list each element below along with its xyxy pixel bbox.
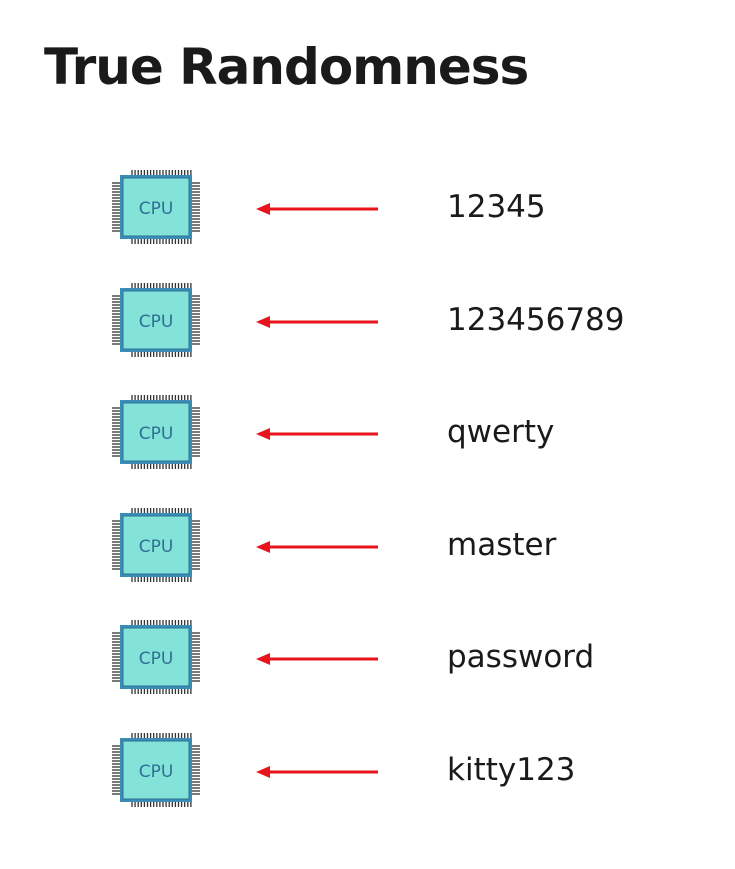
cpu-chip-icon: CPU (112, 170, 200, 244)
list-item: CPU qwerty (0, 392, 735, 472)
cpu-chip-icon: CPU (112, 732, 200, 807)
left-arrow-icon (256, 203, 378, 215)
left-arrow-icon (256, 540, 378, 553)
chip-label: CPU (139, 424, 174, 444)
cpu-chip-icon: CPU (112, 507, 200, 582)
chip-label: CPU (139, 537, 174, 557)
left-arrow-icon (256, 765, 378, 778)
cpu-chip-icon: CPU (112, 620, 200, 694)
password-label: 12345 (447, 189, 546, 225)
list-item: CPU password (0, 617, 735, 697)
password-label: qwerty (447, 414, 555, 450)
left-arrow-icon (256, 315, 378, 328)
cpu-chip-icon: CPU (112, 282, 200, 357)
left-arrow-icon (256, 428, 378, 440)
password-label: kitty123 (447, 751, 576, 788)
chip-label: CPU (139, 649, 174, 669)
list-item: CPU master (0, 505, 735, 585)
cpu-chip-icon: CPU (112, 395, 200, 469)
password-label: master (447, 526, 557, 563)
page-title: True Randomness (44, 38, 529, 96)
list-item: CPU 12345 (0, 167, 735, 247)
password-label: password (447, 639, 595, 675)
list-item: CPU kitty123 (0, 730, 735, 810)
chip-label: CPU (139, 762, 174, 782)
list-item: CPU 123456789 (0, 280, 735, 360)
chip-label: CPU (139, 312, 174, 332)
left-arrow-icon (256, 653, 378, 665)
chip-label: CPU (139, 199, 174, 219)
password-label: 123456789 (447, 301, 625, 338)
